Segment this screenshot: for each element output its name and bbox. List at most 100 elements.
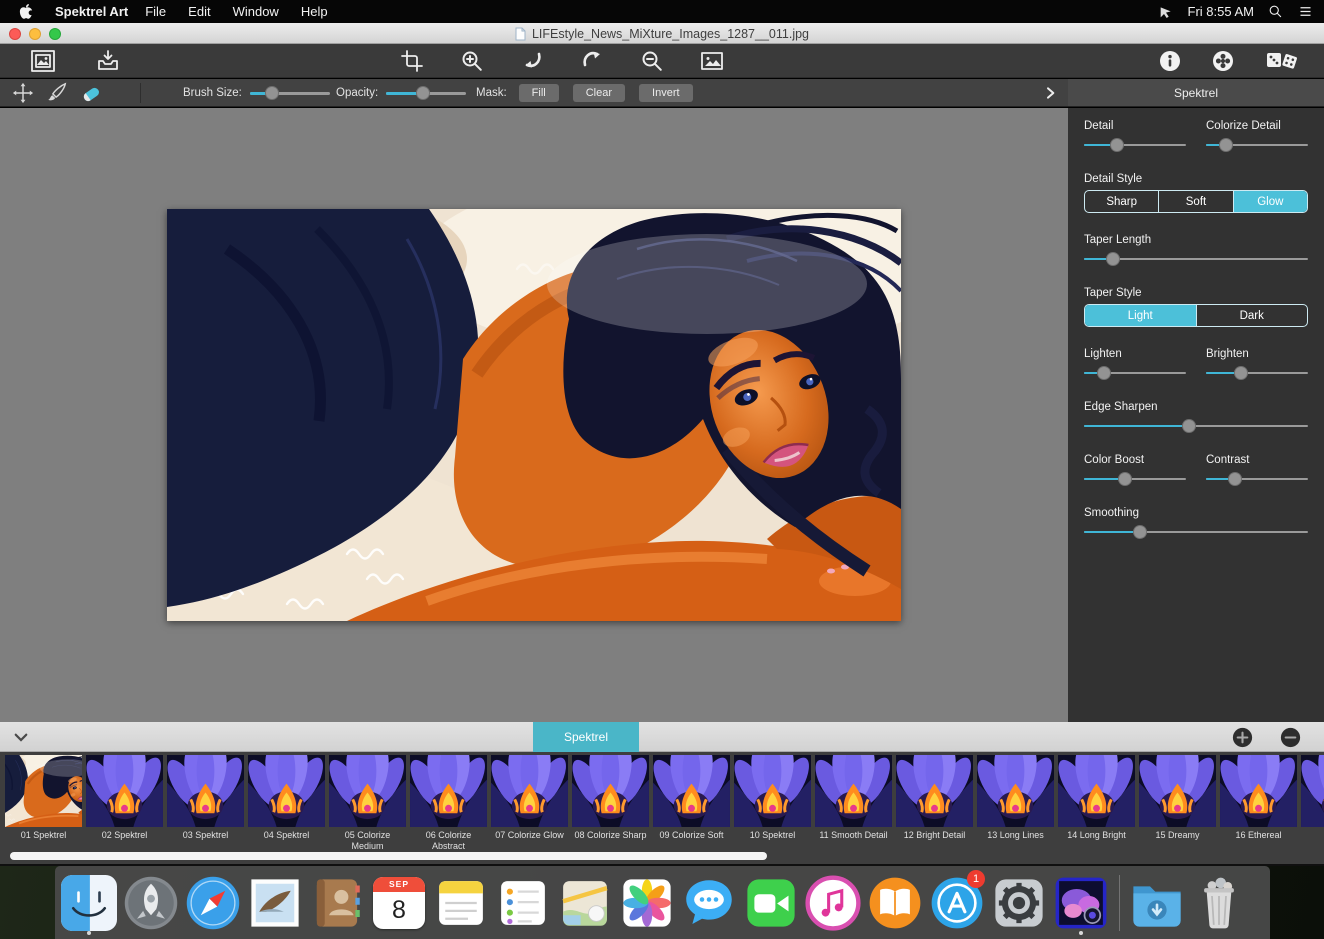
- effects-button[interactable]: [1209, 48, 1237, 74]
- tab-spektrel[interactable]: Spektrel: [533, 722, 639, 752]
- lighten-slider[interactable]: [1084, 365, 1186, 380]
- preset-thumbnail[interactable]: [977, 755, 1054, 827]
- dock-finder-icon[interactable]: [58, 870, 120, 936]
- brush-size-slider[interactable]: [250, 86, 330, 101]
- info-button[interactable]: [1156, 48, 1184, 74]
- menu-bar-clock[interactable]: Fri 8:55 AM: [1188, 4, 1254, 19]
- preset-03-spektrel[interactable]: 03 Spektrel: [167, 755, 244, 852]
- preset-thumbnail[interactable]: [410, 755, 487, 827]
- zoom-out-button[interactable]: [638, 48, 666, 74]
- preset-12-bright-detail[interactable]: 12 Bright Detail: [896, 755, 973, 852]
- segment-soft[interactable]: Soft: [1159, 191, 1233, 212]
- preset-05-colorize-medium[interactable]: 05 Colorize Medium: [329, 755, 406, 852]
- preset-10-spektrel[interactable]: 10 Spektrel: [734, 755, 811, 852]
- preset-thumbnail[interactable]: [1139, 755, 1216, 827]
- zoom-in-button[interactable]: [458, 48, 486, 74]
- preset-thumbnail[interactable]: [1301, 755, 1324, 827]
- filmstrip-scrollbar[interactable]: [10, 852, 767, 860]
- menu-window[interactable]: Window: [222, 4, 290, 19]
- preset-thumbnail[interactable]: [167, 755, 244, 827]
- preset-thumbnail[interactable]: [491, 755, 568, 827]
- dock-reminders-icon[interactable]: [492, 870, 554, 936]
- image-canvas[interactable]: [0, 108, 1068, 722]
- preset-08-colorize-sharp[interactable]: 08 Colorize Sharp: [572, 755, 649, 852]
- smoothing-slider[interactable]: [1084, 524, 1308, 539]
- randomize-dice-button[interactable]: [1264, 48, 1302, 74]
- dock-safari-icon[interactable]: [182, 870, 244, 936]
- preset-thumbnail[interactable]: [572, 755, 649, 827]
- preset-thumbnail[interactable]: [329, 755, 406, 827]
- preset-thumbnail[interactable]: [1220, 755, 1297, 827]
- preset-02-spektrel[interactable]: 02 Spektrel: [86, 755, 163, 852]
- menu-help[interactable]: Help: [290, 4, 339, 19]
- preset-01-spektrel[interactable]: 01 Spektrel: [5, 755, 82, 852]
- redo-button[interactable]: [578, 48, 606, 74]
- dock-system-preferences-icon[interactable]: [988, 870, 1050, 936]
- preset-09-colorize-soft[interactable]: 09 Colorize Soft: [653, 755, 730, 852]
- dock-messages-icon[interactable]: [678, 870, 740, 936]
- colorize-detail-slider[interactable]: [1206, 137, 1308, 152]
- preset-04-spektrel[interactable]: 04 Spektrel: [248, 755, 325, 852]
- dock-calendar-icon[interactable]: SEP8: [368, 870, 430, 936]
- dock-photos-icon[interactable]: [616, 870, 678, 936]
- crop-tool-button[interactable]: [398, 48, 426, 74]
- dock-spektrel-art-icon[interactable]: [1050, 870, 1112, 936]
- preset-15-dreamy[interactable]: 15 Dreamy: [1139, 755, 1216, 852]
- preset-13-long-lines[interactable]: 13 Long Lines: [977, 755, 1054, 852]
- preset-14-long-bright[interactable]: 14 Long Bright: [1058, 755, 1135, 852]
- mask-invert[interactable]: Invert: [639, 84, 693, 102]
- color-boost-slider[interactable]: [1084, 471, 1186, 486]
- undo-button[interactable]: [518, 48, 546, 74]
- dock-launchpad-icon[interactable]: [120, 870, 182, 936]
- dock-notes-icon[interactable]: [430, 870, 492, 936]
- preset-thumbnail[interactable]: [815, 755, 892, 827]
- contrast-slider[interactable]: [1206, 471, 1308, 486]
- edge-sharpen-slider[interactable]: [1084, 418, 1308, 433]
- taper-length-slider[interactable]: [1084, 251, 1308, 266]
- apple-menu-icon[interactable]: [18, 3, 33, 21]
- edited-photo[interactable]: [167, 209, 901, 621]
- preset-thumbnail[interactable]: [248, 755, 325, 827]
- open-image-button[interactable]: [29, 48, 57, 74]
- dock-mail-icon[interactable]: [244, 870, 306, 936]
- save-export-button[interactable]: [94, 48, 122, 74]
- spotlight-search-icon[interactable]: [1268, 4, 1283, 19]
- preset-thumbnail[interactable]: [1058, 755, 1135, 827]
- dock-ibooks-icon[interactable]: [864, 870, 926, 936]
- dock-downloads-icon[interactable]: [1126, 870, 1188, 936]
- remove-preset-button[interactable]: [1280, 727, 1301, 748]
- segment-light[interactable]: Light: [1085, 305, 1197, 326]
- mask-fill[interactable]: Fill: [519, 84, 559, 102]
- app-menu-title[interactable]: Spektrel Art: [55, 4, 128, 19]
- preset-06-colorize-abstract[interactable]: 06 Colorize Abstract: [410, 755, 487, 852]
- dock-trash-icon[interactable]: [1188, 870, 1250, 936]
- segment-sharp[interactable]: Sharp: [1085, 191, 1159, 212]
- status-pointer-icon[interactable]: [1158, 4, 1174, 20]
- preset-thumbnail[interactable]: [5, 755, 82, 827]
- preset-thumbnail[interactable]: [896, 755, 973, 827]
- segment-dark[interactable]: Dark: [1197, 305, 1308, 326]
- preset-16-ethereal[interactable]: 16 Ethereal: [1220, 755, 1297, 852]
- mask-clear[interactable]: Clear: [573, 84, 625, 102]
- dock-app-store-icon[interactable]: 1: [926, 870, 988, 936]
- preset-07-colorize-glow[interactable]: 07 Colorize Glow: [491, 755, 568, 852]
- preset-thumbnail[interactable]: [653, 755, 730, 827]
- document-proxy-icon[interactable]: [515, 27, 526, 41]
- collapse-panel-chevron-icon[interactable]: [1042, 85, 1058, 101]
- dock-maps-icon[interactable]: [554, 870, 616, 936]
- dock-facetime-icon[interactable]: [740, 870, 802, 936]
- preset-17-e[interactable]: 17 E: [1301, 755, 1324, 852]
- eraser-tool-button[interactable]: [78, 81, 104, 105]
- menu-edit[interactable]: Edit: [177, 4, 221, 19]
- add-preset-button[interactable]: [1232, 727, 1253, 748]
- notification-center-icon[interactable]: [1297, 4, 1314, 19]
- fit-image-button[interactable]: [698, 48, 726, 74]
- collapse-strip-chevron-icon[interactable]: [12, 728, 30, 746]
- preset-thumbnail[interactable]: [86, 755, 163, 827]
- preset-thumbnail[interactable]: [734, 755, 811, 827]
- brighten-slider[interactable]: [1206, 365, 1308, 380]
- segment-glow[interactable]: Glow: [1234, 191, 1307, 212]
- opacity-slider[interactable]: [386, 86, 466, 101]
- dock-itunes-icon[interactable]: [802, 870, 864, 936]
- preset-11-smooth-detail[interactable]: 11 Smooth Detail: [815, 755, 892, 852]
